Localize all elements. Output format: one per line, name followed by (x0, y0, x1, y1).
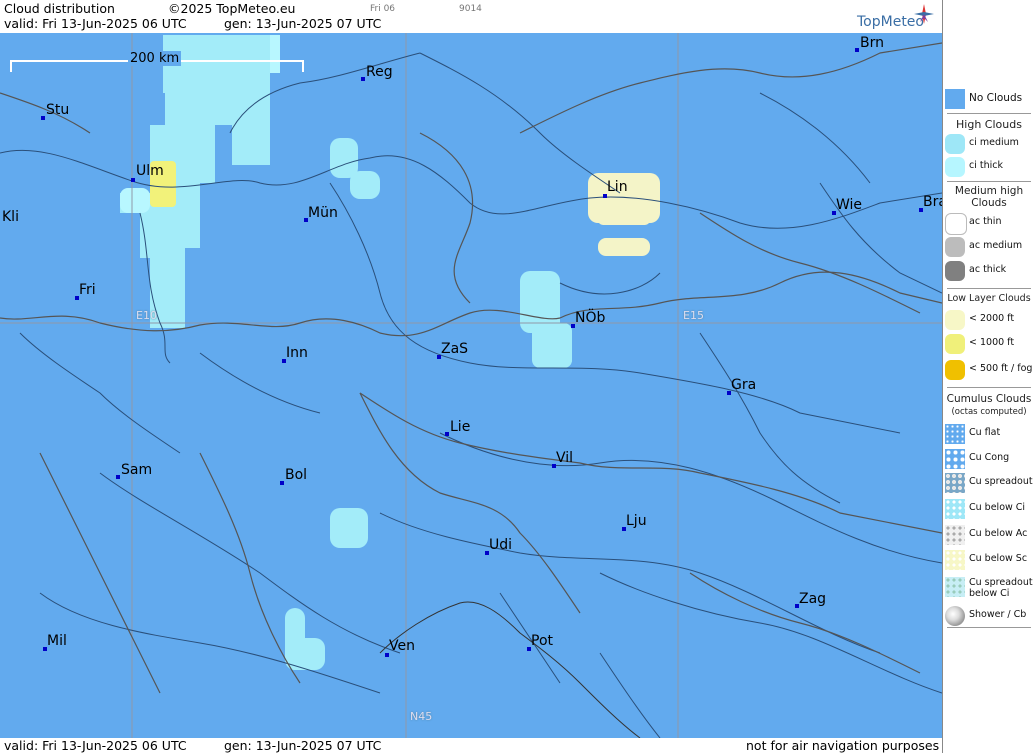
city-label-stu[interactable]: Stu (46, 102, 69, 118)
legend-divider (947, 387, 1031, 388)
compass-logo-icon (914, 4, 934, 24)
swatch-ci-thick (945, 157, 965, 177)
city-label-ven[interactable]: Ven (389, 638, 415, 654)
swatch-ac-medium (945, 237, 965, 257)
city-label-ulm[interactable]: Ulm (136, 163, 164, 179)
city-dot (41, 116, 45, 120)
swatch-low-1000 (945, 334, 965, 354)
valid-time: valid: Fri 13-Jun-2025 06 UTC (4, 16, 187, 31)
map-title: Cloud distribution (4, 1, 115, 16)
city-label-lin[interactable]: Lin (607, 179, 628, 195)
city-dot (116, 475, 120, 479)
city-label-zas[interactable]: ZaS (441, 341, 468, 357)
city-label-brn[interactable]: Brn (860, 35, 884, 51)
header: Cloud distribution ©2025 TopMeteo.eu Fri… (0, 0, 942, 33)
disclaimer: not for air navigation purposes (746, 738, 940, 753)
grid-label-e15: E15 (683, 309, 704, 322)
day-tab[interactable]: Fri 06 (370, 4, 395, 14)
city-label-bol[interactable]: Bol (285, 467, 307, 483)
legend-ac-medium: ac medium (943, 236, 1034, 258)
city-label-reg[interactable]: Reg (366, 64, 393, 80)
legend-low-title: Low Layer Clouds (947, 293, 1031, 304)
swatch-cu-spread-ci (945, 577, 965, 597)
legend-cu-flat: Cu flat (943, 423, 1034, 445)
scale-label: 200 km (128, 51, 182, 66)
legend-panel: No Clouds High Clouds ci medium ci thick… (942, 0, 1034, 753)
copyright: ©2025 TopMeteo.eu (168, 1, 296, 16)
legend-no-clouds: No Clouds (943, 88, 1034, 110)
city-label-mil[interactable]: Mil (47, 633, 67, 649)
legend-low-2000: < 2000 ft (943, 309, 1034, 331)
swatch-low-2000 (945, 310, 965, 330)
city-label-lie[interactable]: Lie (450, 419, 470, 435)
swatch-cu-flat (945, 424, 965, 444)
footer: valid: Fri 13-Jun-2025 06 UTC gen: 13-Ju… (0, 738, 942, 753)
legend-ci-medium: ci medium (943, 133, 1034, 155)
legend-cu-below-ac: Cu below Ac (943, 524, 1034, 546)
city-label-gra[interactable]: Gra (731, 377, 756, 393)
grid-label-e10: E10 (136, 309, 157, 322)
legend-divider (947, 113, 1031, 114)
swatch-cu-below-ci (945, 499, 965, 519)
legend-ac-thin: ac thin (943, 212, 1034, 235)
legend-low-500: < 500 ft / fog (943, 359, 1034, 381)
low-clouds (150, 161, 660, 256)
swatch-ac-thin (945, 213, 967, 235)
legend-ci-thick: ci thick (943, 156, 1034, 178)
legend-cu-title: Cumulus Clouds (946, 393, 1032, 405)
legend-cu-spreadout: Cu spreadout (943, 472, 1034, 494)
footer-valid-time: valid: Fri 13-Jun-2025 06 UTC (4, 738, 187, 753)
city-label-bra[interactable]: Bra (923, 194, 942, 210)
generated-time: gen: 13-Jun-2025 07 UTC (224, 16, 382, 31)
city-label-fri[interactable]: Fri (79, 282, 96, 298)
city-label-mun[interactable]: Mün (308, 205, 338, 221)
city-dot (445, 432, 449, 436)
legend-ac-thick: ac thick (943, 260, 1034, 282)
city-dot (361, 77, 365, 81)
rivers (0, 52, 942, 738)
cirrus-clouds (120, 35, 572, 670)
product-code: 9014 (459, 4, 482, 14)
city-label-lju[interactable]: Lju (626, 513, 647, 529)
swatch-shower-cb (945, 606, 965, 626)
swatch-no-clouds (945, 89, 965, 109)
swatch-low-500 (945, 360, 965, 380)
legend-cu-subtitle: (octas computed) (951, 407, 1027, 417)
city-label-zag[interactable]: Zag (799, 591, 826, 607)
legend-high-title: High Clouds (956, 118, 1022, 131)
legend-cu-spread-ci: Cu spreadout below Ci (943, 576, 1034, 602)
legend-cu-below-sc: Cu below Sc (943, 549, 1034, 571)
swatch-cu-cong (945, 449, 965, 469)
swatch-cu-below-sc (945, 550, 965, 570)
city-dot (855, 48, 859, 52)
city-label-kli[interactable]: Kli (2, 209, 19, 225)
city-label-sam[interactable]: Sam (121, 462, 152, 478)
city-label-nob[interactable]: NÖb (575, 310, 605, 326)
swatch-ac-thick (945, 261, 965, 281)
legend-medium-title: Medium high Clouds (954, 185, 1024, 209)
city-label-udi[interactable]: Udi (489, 537, 512, 553)
swatch-cu-below-ac (945, 525, 965, 545)
swatch-cu-spreadout (945, 473, 965, 493)
city-label-inn[interactable]: Inn (286, 345, 308, 361)
legend-divider (947, 181, 1031, 182)
city-dot (280, 481, 284, 485)
legend-cu-cong: Cu Cong (943, 448, 1034, 470)
swatch-ci-medium (945, 134, 965, 154)
city-label-pot[interactable]: Pot (531, 633, 553, 649)
city-label-wie[interactable]: Wie (836, 197, 862, 213)
map-area[interactable]: 200 km E10 E15 N45 Brn Reg Stu Ulm Kli M… (0, 33, 942, 738)
map-canvas (0, 33, 942, 738)
footer-generated-time: gen: 13-Jun-2025 07 UTC (224, 738, 382, 753)
legend-cu-below-ci: Cu below Ci (943, 498, 1034, 520)
city-label-vil[interactable]: Vil (556, 450, 573, 466)
legend-divider (947, 627, 1031, 628)
legend-divider (947, 288, 1031, 289)
grid-label-n45: N45 (410, 710, 433, 723)
city-dot (131, 178, 135, 182)
legend-low-1000: < 1000 ft (943, 333, 1034, 355)
legend-shower: Shower / Cb (943, 605, 1034, 627)
